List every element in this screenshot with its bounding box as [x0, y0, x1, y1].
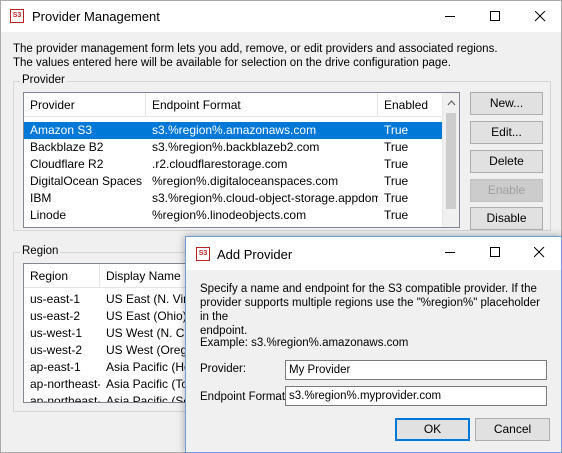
- description-line-2: The values entered here will be availabl…: [13, 57, 451, 69]
- window-title: Provider Management: [32, 9, 160, 24]
- dialog-instructions: Specify a name and endpoint for the S3 c…: [200, 282, 550, 338]
- cell-provider: Oracle: [24, 224, 146, 227]
- ok-button[interactable]: OK: [395, 418, 470, 441]
- region-group-label: Region: [20, 245, 61, 257]
- column-region[interactable]: Region: [24, 264, 100, 288]
- dialog-example: Example: s3.%region%.amazonaws.com: [200, 337, 409, 349]
- provider-field-label: Provider:: [200, 363, 247, 375]
- table-row[interactable]: Amazon S3 s3.%region%.amazonaws.com True: [24, 122, 442, 139]
- provider-group-label: Provider: [20, 74, 67, 86]
- cell-region: ap-east-1: [30, 360, 81, 374]
- delete-button[interactable]: Delete: [470, 150, 543, 173]
- instructions-line-2: provider supports multiple regions use t…: [200, 297, 540, 323]
- maximize-button[interactable]: [473, 1, 518, 32]
- maximize-icon: [490, 247, 500, 257]
- column-provider[interactable]: Provider: [24, 93, 146, 117]
- maximize-icon: [490, 11, 500, 21]
- cell-provider: Cloudflare R2: [30, 157, 104, 171]
- cell-endpoint: s3.%region%.amazonaws.com: [152, 123, 317, 137]
- cell-provider: Amazon S3: [30, 123, 93, 137]
- table-row[interactable]: DigitalOcean Spaces %region%.digitalocean…: [24, 173, 442, 190]
- cell-endpoint: .r2.cloudflarestorage.com: [152, 157, 288, 171]
- close-icon: [535, 11, 546, 22]
- provider-scroll-thumb[interactable]: [446, 113, 456, 209]
- cell-enabled: True: [384, 191, 409, 205]
- minimize-icon: [445, 16, 455, 17]
- cell-region: ap-northeast-1: [30, 377, 100, 391]
- table-row[interactable]: Backblaze B2 s3.%region%.backblazeb2.com T…: [24, 139, 442, 156]
- cell-provider: DigitalOcean Spaces: [30, 174, 143, 188]
- cell-region: us-west-2: [30, 343, 83, 357]
- cell-endpoint: s3.%region%.backblazeb2.com: [152, 140, 320, 154]
- column-endpoint-format[interactable]: Endpoint Format: [146, 93, 378, 117]
- table-row[interactable]: IBM s3.%region%.cloud-object-storage.appd…: [24, 190, 442, 207]
- cell-endpoint: .compat.objectstorage.%region%.oracleclo…: [146, 224, 378, 227]
- cancel-button[interactable]: Cancel: [475, 418, 550, 441]
- cell-region: ap-northeast-2: [30, 394, 100, 403]
- close-icon: [534, 247, 545, 258]
- cell-endpoint: %region%.linodeobjects.com: [152, 208, 307, 222]
- dialog-close-button[interactable]: [517, 237, 562, 270]
- table-row[interactable]: Linode %region%.linodeobjects.com True: [24, 207, 442, 224]
- minimize-button[interactable]: [428, 1, 473, 32]
- add-provider-dialog: S3 Add Provider Specify a name and endpo…: [185, 236, 562, 453]
- app-icon: S3: [10, 9, 24, 23]
- cell-region: us-west-1: [30, 326, 83, 340]
- cell-enabled: True: [384, 157, 409, 171]
- cell-enabled: True: [384, 174, 409, 188]
- title-bar[interactable]: S3 Provider Management: [1, 1, 561, 32]
- provider-list-header: Provider Endpoint Format Enabled: [24, 93, 459, 117]
- close-button[interactable]: [518, 1, 562, 32]
- endpoint-field-label: Endpoint Format:: [200, 391, 289, 403]
- minimize-icon: [445, 252, 455, 253]
- dialog-title: Add Provider: [217, 247, 293, 262]
- provider-scrollbar[interactable]: [442, 93, 459, 227]
- cell-enabled: True: [384, 140, 409, 154]
- dialog-app-icon: S3: [196, 247, 210, 261]
- description-line-1: The provider management form lets you ad…: [13, 43, 498, 55]
- provider-input[interactable]: My Provider: [285, 360, 547, 380]
- endpoint-format-input[interactable]: s3.%region%.myprovider.com: [285, 386, 547, 406]
- enable-button[interactable]: Enable: [470, 179, 543, 202]
- provider-list[interactable]: Provider Endpoint Format Enabled Amazon …: [23, 92, 460, 228]
- cell-region: us-east-2: [30, 309, 81, 323]
- dialog-maximize-button[interactable]: [473, 237, 518, 270]
- edit-button[interactable]: Edit...: [470, 121, 543, 144]
- cell-region: us-east-1: [30, 292, 81, 306]
- description: The provider management form lets you ad…: [13, 42, 553, 70]
- instructions-line-1: Specify a name and endpoint for the S3 c…: [200, 283, 537, 295]
- dialog-title-bar[interactable]: S3 Add Provider: [186, 237, 561, 270]
- cell-endpoint: s3.%region%.cloud-object-storage.appdoma…: [152, 191, 378, 205]
- cell-enabled: True: [384, 123, 409, 137]
- scroll-up-icon[interactable]: [443, 96, 460, 110]
- table-row[interactable]: Cloudflare R2 .r2.cloudflarestorage.com Tr…: [24, 156, 442, 173]
- cell-enabled: True: [384, 208, 409, 222]
- column-enabled[interactable]: Enabled: [378, 93, 444, 117]
- cell-provider: IBM: [30, 191, 52, 205]
- provider-group: Provider Provider Endpoint Format Enable…: [13, 74, 551, 231]
- cell-provider: Backblaze B2: [30, 140, 104, 154]
- cell-endpoint: %region%.digitaloceanspaces.com: [152, 174, 339, 188]
- dialog-minimize-button[interactable]: [428, 237, 473, 270]
- new-button[interactable]: New...: [470, 92, 543, 115]
- cell-provider: Linode: [30, 208, 67, 222]
- disable-button[interactable]: Disable: [470, 207, 543, 230]
- table-row[interactable]: Oracle.compat.objectstorage.%region%.ora…: [24, 224, 444, 227]
- cell-enabled: True: [378, 224, 444, 227]
